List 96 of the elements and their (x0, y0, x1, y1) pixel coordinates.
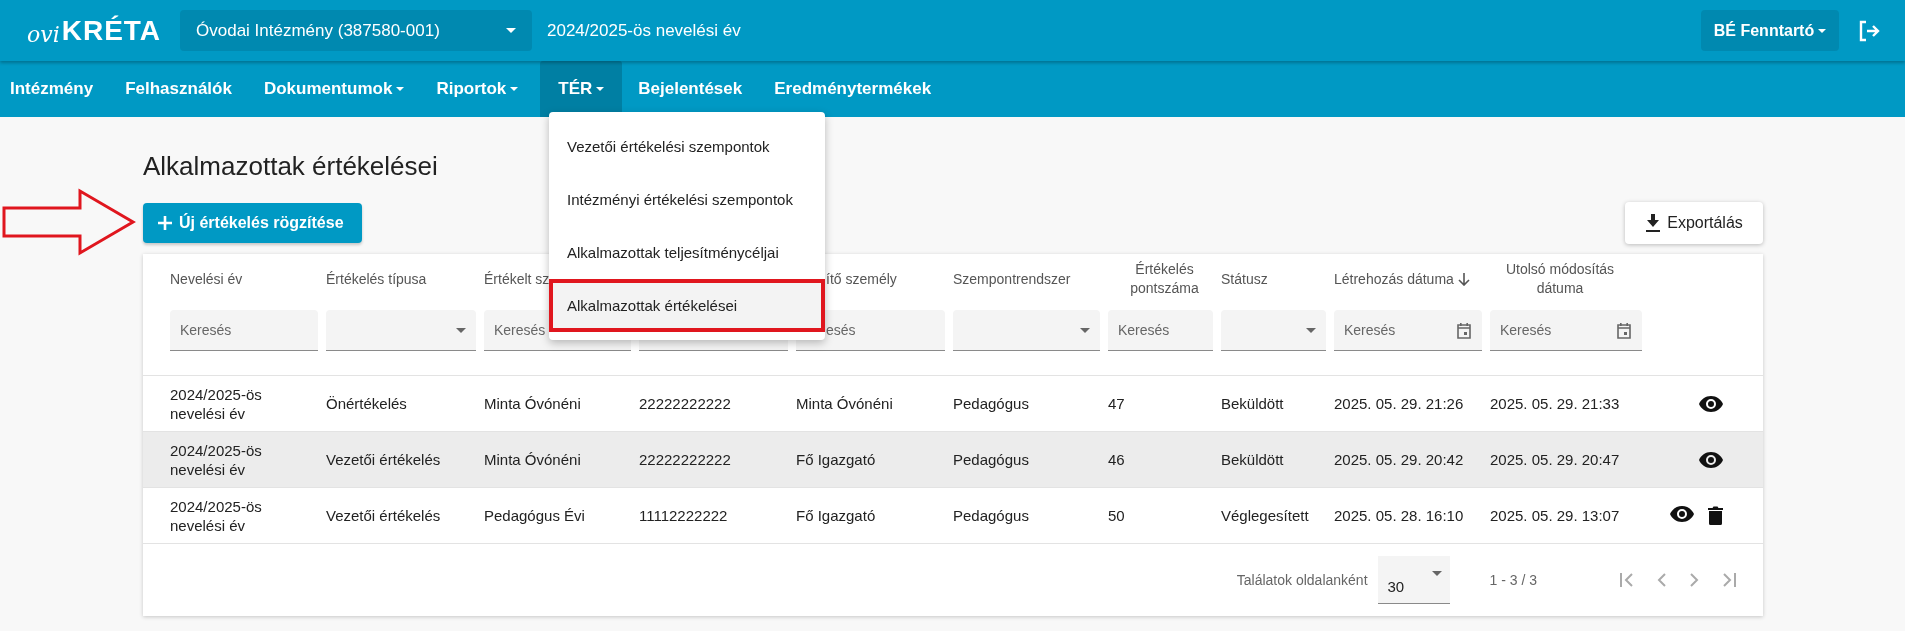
menu-item[interactable]: Intézményi értékelési szempontok (549, 173, 825, 226)
download-icon (1645, 214, 1662, 232)
sort-arrow-icon (1457, 272, 1470, 286)
table-cell-text: 2025. 05. 29. 13:07 (1490, 506, 1621, 525)
user-menu-button[interactable]: BÉ Fenntartó (1701, 10, 1839, 51)
table-cell-text: 2024/2025-ös nevelési év (170, 496, 263, 535)
table-cell-text: 22222222222 (639, 394, 732, 413)
export-button[interactable]: Exportálás (1625, 202, 1763, 244)
eye-icon (1699, 395, 1723, 412)
table-cell-text: Pedagógus (953, 394, 1030, 413)
eye-icon (1670, 506, 1694, 522)
filter-dropdown[interactable] (326, 310, 476, 351)
column-header[interactable]: Utolsó módosítás dátuma (1490, 260, 1630, 298)
table-cell-text: 2025. 05. 29. 20:42 (1334, 450, 1465, 469)
placeholder-text: Keresés (1344, 322, 1396, 338)
date-filter-field[interactable]: Keresés (1334, 310, 1482, 351)
column-header[interactable]: Szempontrendszer (953, 269, 1071, 289)
arrow-annotation-icon (2, 188, 136, 256)
table-cell-text: Véglegesített (1221, 506, 1310, 525)
dropdown-caret-icon (1080, 327, 1090, 333)
table-cell-text: Vezetői értékelés (326, 506, 442, 525)
view-button[interactable] (1699, 395, 1723, 412)
table-cell-text: Beküldött (1221, 450, 1285, 469)
caret-icon (596, 87, 605, 91)
column-header[interactable]: Nevelési év (170, 269, 243, 289)
caret-icon (506, 28, 516, 33)
column-header[interactable]: Értékelés típusa (326, 269, 427, 289)
placeholder-text: esés (826, 322, 856, 338)
last-page-icon[interactable] (1721, 572, 1737, 588)
calendar-icon (1456, 321, 1472, 339)
filter-dropdown[interactable] (1221, 310, 1326, 351)
caret-icon (510, 87, 519, 91)
column-header[interactable]: Értékelt sz (484, 269, 550, 289)
table-cell-text: Vezetői értékelés (326, 450, 442, 469)
table-cell-text: 2025. 05. 29. 21:33 (1490, 394, 1621, 413)
placeholder-text: Keresés (180, 322, 232, 338)
dropdown-caret-icon (456, 327, 466, 333)
eye-icon (1699, 451, 1723, 468)
table-cell-text: 2024/2025-ös nevelési év (170, 440, 263, 479)
per-page-select[interactable]: 30 (1377, 556, 1450, 604)
menu-item[interactable]: Vezetői értékelési szempontok (549, 120, 825, 173)
trash-icon (1708, 506, 1723, 525)
table-cell-text: Önértékelés (326, 394, 408, 413)
table-cell-text: Minta Óvónéni (796, 394, 894, 413)
table-cell-text: 46 (1108, 450, 1126, 469)
table-cell-text: Pedagógus (953, 450, 1030, 469)
table-cell-text: Beküldött (1221, 394, 1285, 413)
calendar-icon (1616, 321, 1632, 339)
table-cell-text: Fő Igazgató (796, 506, 877, 525)
page-title: Alkalmazottak értékelései (143, 150, 438, 183)
search-field[interactable]: Keresés (1108, 310, 1213, 351)
previous-page-icon[interactable] (1657, 572, 1667, 588)
view-button[interactable] (1699, 451, 1723, 468)
table-cell-text: Pedagógus Évi (484, 506, 586, 525)
caret-icon (396, 87, 405, 91)
table-cell-text: Minta Óvónéni (484, 394, 582, 413)
plus-icon (157, 215, 173, 231)
school-year-text: 2024/2025-ös nevelési év (547, 20, 742, 41)
caret-icon (1431, 571, 1442, 576)
per-page-label: Találatok oldalanként (1236, 572, 1368, 588)
table-row[interactable]: 2024/2025-ös nevelési év Vezetői értékelés Minta Óvónéni 22222222222 Fő Igazgató Pedagógus 46 Beküldött 2025. 05. 29. 20:42 2025. 05. 29. 20:47 (143, 431, 1763, 487)
column-header[interactable]: Létrehozás dátuma (1334, 269, 1470, 289)
table-cell-text: 2025. 05. 29. 20:47 (1490, 450, 1621, 469)
date-filter-field[interactable]: Keresés (1490, 310, 1642, 351)
table-cell-text: 2024/2025-ös nevelési év (170, 384, 263, 423)
table-cell-text: Minta Óvónéni (484, 450, 582, 469)
column-header[interactable]: Státusz (1221, 269, 1268, 289)
table-cell-text: 2025. 05. 28. 16:10 (1334, 506, 1465, 525)
delete-button[interactable] (1708, 506, 1723, 525)
table-row[interactable]: 2024/2025-ös nevelési év Vezetői értékelés Pedagógus Évi 11112222222 Fő Igazgató Pedagógus 50 Véglegesített 2025. 05. 28. 16:10 2025. 05. 29. 13:07 (143, 487, 1763, 543)
page-range-text: 1 - 3 / 3 (1489, 572, 1537, 588)
next-page-icon[interactable] (1689, 572, 1699, 588)
institution-select[interactable]: Óvodai Intézmény (387580-001) (180, 10, 532, 51)
caret-icon (1818, 28, 1827, 33)
column-header[interactable]: ítő személy (826, 269, 897, 289)
table-cell-text: Pedagógus (953, 506, 1030, 525)
nav-item[interactable]: TÉR (540, 61, 623, 117)
table-cell-text: 47 (1108, 394, 1126, 413)
table-cell-text: 50 (1108, 506, 1126, 525)
table-cell-text: 2025. 05. 29. 21:26 (1334, 394, 1465, 413)
placeholder-text: Keresés (1118, 322, 1170, 338)
table-cell-text: 11112222222 (639, 506, 729, 525)
first-page-icon[interactable] (1619, 572, 1635, 588)
placeholder-text: Keresés (494, 322, 546, 338)
table-row[interactable]: 2024/2025-ös nevelési év Önértékelés Minta Óvónéni 22222222222 Minta Óvónéni Pedagógus 47 Beküldött 2025. 05. 29. 21:26 2025. 05. 29. 21:33 (143, 375, 1763, 431)
placeholder-text: Keresés (1500, 322, 1552, 338)
menu-item[interactable]: Alkalmazottak értékelései (549, 279, 825, 332)
table-cell-text: 22222222222 (639, 450, 732, 469)
column-header[interactable]: Értékelés pontszáma (1108, 260, 1221, 298)
dropdown-caret-icon (1306, 327, 1316, 333)
search-field[interactable]: Keresés (170, 310, 318, 351)
filter-dropdown[interactable] (953, 310, 1100, 351)
view-button[interactable] (1670, 506, 1694, 525)
menu-item[interactable]: Alkalmazottak teljesítménycéljai (549, 226, 825, 279)
logout-icon[interactable] (1857, 18, 1881, 43)
table-cell-text: Fő Igazgató (796, 450, 877, 469)
